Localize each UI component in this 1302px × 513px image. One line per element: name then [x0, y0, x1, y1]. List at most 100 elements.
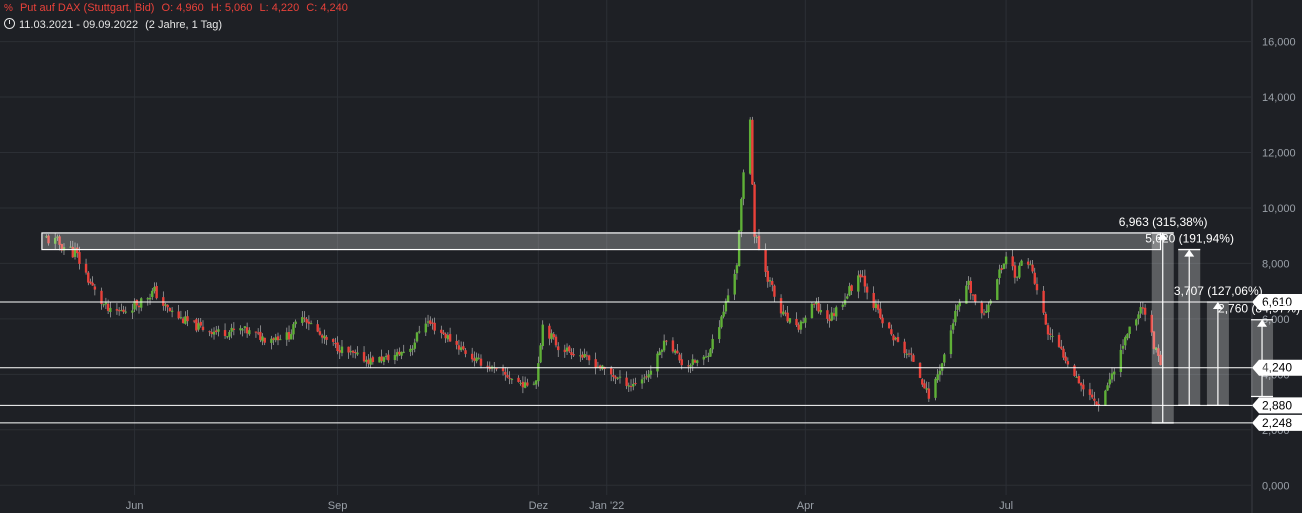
candle-body	[726, 295, 730, 302]
candle-body	[764, 249, 767, 272]
candle-body	[676, 350, 679, 354]
candle-body	[857, 275, 860, 292]
candle-body	[550, 333, 553, 340]
candle-body	[1073, 365, 1076, 376]
candle-body	[473, 358, 476, 361]
candle-body	[117, 310, 121, 312]
candle-body	[572, 354, 575, 356]
candle-body	[720, 316, 723, 328]
candle-body	[429, 320, 432, 324]
open-value: O: 4,960	[161, 2, 204, 14]
candle-body	[354, 352, 357, 354]
candle-body	[109, 307, 112, 313]
candle-body	[879, 308, 882, 319]
candle-body	[274, 337, 277, 341]
candle-body	[290, 333, 293, 340]
candle-body	[609, 367, 613, 375]
candle-body	[634, 382, 637, 384]
candle-body	[548, 325, 551, 339]
candle-body	[1060, 346, 1063, 349]
candle-body	[779, 298, 783, 314]
candle-body	[539, 345, 542, 363]
candle-body	[687, 365, 690, 367]
candle-body	[903, 341, 906, 354]
candle-body	[351, 350, 355, 353]
candle-body	[541, 324, 544, 346]
instrument-name: Put auf DAX (Stuttgart, Bid)	[19, 2, 155, 14]
candle-body	[356, 352, 359, 355]
candle-body	[850, 285, 853, 291]
candle-body	[243, 326, 247, 329]
measurement-label: 3,707 (127,06%)	[1174, 284, 1263, 298]
candle-body	[1057, 334, 1061, 347]
candle-body	[722, 311, 725, 317]
candle-body	[645, 376, 648, 378]
candle-body	[627, 385, 631, 387]
candle-body	[565, 347, 569, 352]
candlestick-chart[interactable]: 0,0002,0004,0006,0008,00010,00012,00014,…	[0, 0, 1302, 513]
chart-area[interactable]: 0,0002,0004,0006,0008,00010,00012,00014,…	[0, 0, 1302, 513]
low-value: L: 4,220	[259, 2, 300, 14]
candle-body	[841, 304, 845, 307]
candle-body	[568, 346, 571, 352]
candle-body	[362, 352, 366, 362]
candle-body	[912, 355, 915, 362]
candle-body	[122, 309, 125, 312]
candle-body	[1135, 319, 1138, 326]
candle-body	[704, 356, 708, 358]
candle-body	[640, 379, 644, 384]
y-tick-label: 16,000	[1262, 37, 1296, 49]
candle-body	[632, 383, 635, 387]
candle-body	[1095, 401, 1098, 405]
candle-body	[1077, 375, 1081, 384]
chart-header: % Put auf DAX (Stuttgart, Bid) O: 4,960 …	[4, 2, 352, 14]
candle-body	[934, 378, 937, 398]
clock-icon	[4, 18, 15, 29]
candle-body	[526, 382, 529, 386]
candle-body	[409, 348, 412, 352]
candle-body	[612, 375, 615, 377]
candle-body	[181, 318, 185, 324]
candle-body	[371, 357, 375, 363]
candle-body	[819, 310, 822, 313]
candle-body	[1064, 356, 1067, 361]
candle-body	[587, 355, 591, 361]
candle-body	[872, 292, 875, 308]
candle-body	[131, 310, 134, 313]
candle-body	[1121, 345, 1125, 349]
candle-body	[905, 353, 909, 355]
candle-body	[773, 285, 776, 297]
candle-body	[625, 377, 628, 386]
y-tick-label: 12,000	[1262, 148, 1296, 160]
candle-body	[876, 304, 880, 310]
candle-body	[799, 321, 803, 330]
candle-body	[985, 311, 988, 313]
candle-body	[155, 285, 158, 299]
candle-body	[954, 310, 957, 323]
candle-body	[387, 354, 390, 361]
candle-body	[459, 347, 463, 351]
candle-body	[440, 329, 443, 333]
candle-body	[927, 388, 931, 399]
candle-body	[199, 321, 202, 326]
candle-body	[1090, 394, 1094, 398]
candle-body	[294, 321, 297, 325]
date-range: 11.03.2021 - 09.09.2022	[19, 19, 139, 31]
candle-body	[894, 338, 897, 340]
candle-body	[861, 276, 864, 278]
candle-body	[693, 360, 697, 363]
candle-body	[649, 370, 653, 375]
candle-body	[177, 311, 180, 319]
x-tick-label: Jul	[999, 500, 1013, 512]
candle-body	[702, 356, 706, 360]
candle-body	[707, 355, 710, 357]
candle-body	[974, 294, 977, 302]
resistance-zone	[41, 232, 1162, 251]
candle-body	[940, 363, 944, 371]
candle-body	[464, 350, 467, 354]
candle-body	[226, 336, 229, 338]
candle-body	[967, 280, 970, 286]
candle-body	[228, 332, 231, 337]
candle-body	[982, 313, 986, 315]
candle-body	[1079, 383, 1083, 386]
